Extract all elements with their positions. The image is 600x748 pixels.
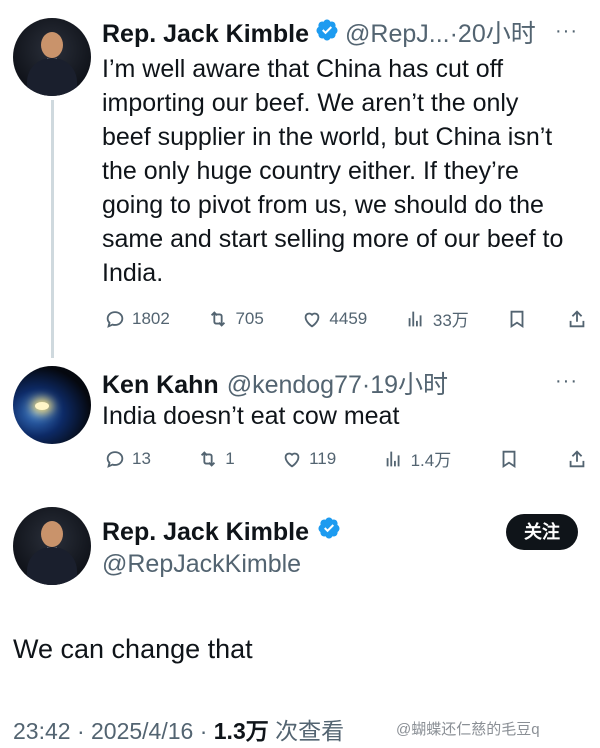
like-button[interactable]: 119	[281, 448, 336, 470]
tweet1-author-name[interactable]: Rep. Jack Kimble	[102, 20, 309, 49]
retweet-icon	[211, 310, 226, 327]
reply-count: 13	[132, 448, 151, 468]
share-icon	[569, 449, 585, 467]
tweet2-author-name[interactable]: Ken Kahn	[102, 371, 219, 400]
main-tweet-name-row: Rep. Jack Kimble	[102, 516, 341, 547]
tweet2-text: India doesn’t eat cow meat	[102, 402, 400, 430]
tweet2-header: Ken Kahn @kendog77 ·19小时	[102, 365, 448, 401]
tweet2-more-button[interactable]: ···	[555, 370, 578, 393]
retweet-icon	[201, 450, 216, 467]
bookmark-icon	[510, 310, 524, 328]
avatar-jack-kimble-main[interactable]	[13, 507, 91, 585]
main-tweet-views-count: 1.3万	[213, 718, 269, 744]
verified-badge-icon	[316, 19, 338, 41]
reply-button[interactable]: 13	[104, 448, 151, 470]
views-icon	[408, 311, 422, 326]
follow-button[interactable]: 关注	[506, 514, 578, 550]
tweet2-handle[interactable]: @kendog77	[227, 371, 362, 400]
reply-icon	[106, 450, 124, 468]
like-count: 119	[309, 448, 337, 468]
share-button[interactable]	[566, 308, 588, 330]
retweet-button[interactable]: 1	[197, 448, 235, 470]
like-icon	[284, 452, 300, 467]
like-count: 4459	[329, 308, 368, 328]
tweet1-header: Rep. Jack Kimble @RepJ... ·20小时	[102, 14, 536, 50]
main-tweet-author-name[interactable]: Rep. Jack Kimble	[102, 518, 309, 547]
retweet-button[interactable]: 705	[207, 308, 264, 330]
like-button[interactable]: 4459	[301, 308, 367, 330]
views-count: 1.4万	[410, 451, 452, 470]
avatar-ken-kahn[interactable]	[13, 366, 91, 444]
tweet1-text: I’m well aware that China has cut off im…	[102, 55, 564, 287]
reply-button[interactable]: 1802	[104, 308, 170, 330]
views-icon	[386, 451, 400, 466]
main-tweet-handle[interactable]: @RepJackKimble	[102, 550, 301, 579]
bookmark-button[interactable]	[506, 308, 528, 330]
watermark: @蝴蝶还仁慈的毛豆q	[396, 721, 540, 738]
verified-badge-icon	[318, 517, 340, 539]
thread-line	[51, 100, 54, 358]
main-tweet-timestamp[interactable]: 23:42 · 2025/4/16 ·	[13, 718, 214, 744]
retweet-count: 705	[235, 308, 264, 328]
reply-count: 1802	[132, 308, 170, 328]
main-tweet-text: We can change that	[13, 634, 253, 664]
reply-icon	[106, 310, 124, 328]
main-tweet-meta: 23:42 · 2025/4/16 · 1.3万 次查看	[13, 712, 344, 746]
tweet2-actions: 13 1 119 1.4万	[104, 446, 588, 471]
main-tweet-views-label: 次查看	[268, 718, 345, 744]
views-count: 33万	[432, 311, 469, 330]
bookmark-button[interactable]	[498, 448, 520, 470]
tweet1-more-button[interactable]: ···	[555, 20, 578, 43]
views-button[interactable]: 1.4万	[383, 446, 452, 471]
tweet1-actions: 1802 705 4459 33万	[104, 306, 588, 331]
share-button[interactable]	[566, 448, 588, 470]
tweet1-time[interactable]: ·20小时	[450, 14, 536, 50]
bookmark-icon	[502, 450, 515, 468]
share-icon	[569, 309, 585, 327]
avatar-jack-kimble[interactable]	[13, 18, 91, 96]
retweet-count: 1	[225, 448, 235, 468]
tweet1-handle[interactable]: @RepJ...	[345, 20, 450, 49]
tweet2-time[interactable]: ·19小时	[362, 365, 448, 401]
views-button[interactable]: 33万	[405, 306, 469, 331]
like-icon	[305, 312, 320, 327]
